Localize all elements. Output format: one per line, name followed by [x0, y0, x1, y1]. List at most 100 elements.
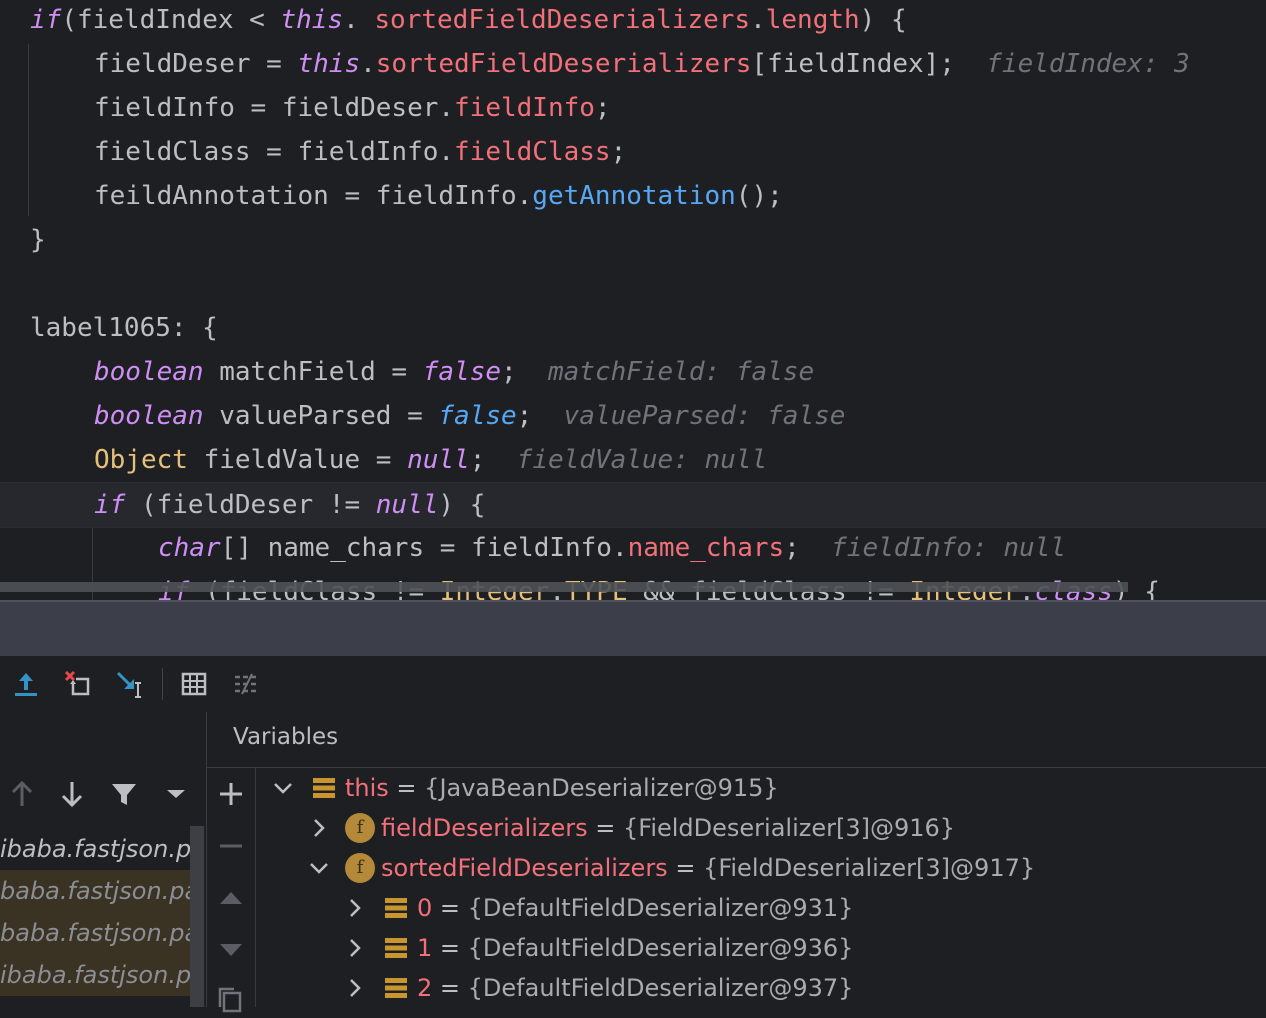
code-token: fieldValue =	[187, 445, 408, 475]
code-token: .	[343, 5, 375, 35]
evaluate-table-icon[interactable]	[176, 666, 212, 702]
horizontal-scrollbar[interactable]	[0, 582, 1128, 592]
code-line[interactable]: feildAnnotation = fieldInfo.getAnnotatio…	[0, 174, 783, 218]
code-token: ;	[501, 357, 548, 387]
variable-name: 2	[417, 974, 433, 1002]
code-token: if	[94, 490, 126, 520]
variable-text: 0 = {DefaultFieldDeserializer@931}	[417, 888, 853, 928]
code-token: false	[438, 401, 517, 431]
variable-name: 1	[417, 934, 433, 962]
chevron-down-icon[interactable]	[158, 776, 194, 812]
frame-item[interactable]: baba.fastjson.pars	[0, 870, 190, 912]
code-token: getAnnotation	[532, 181, 736, 211]
code-token: .	[360, 49, 376, 79]
debug-toolbar	[0, 656, 1266, 713]
inline-value-hint: fieldValue: null	[516, 445, 768, 475]
code-token: fieldClass = fieldInfo.	[94, 137, 455, 167]
code-line[interactable]: fieldInfo = fieldDeser.fieldInfo;	[0, 86, 611, 130]
trace-icon[interactable]	[228, 666, 264, 702]
code-line[interactable]: boolean valueParsed = false; valueParsed…	[0, 394, 845, 438]
variable-value: {DefaultFieldDeserializer@936}	[467, 934, 854, 962]
object-icon	[385, 897, 407, 919]
code-line[interactable]: Object fieldValue = null; fieldValue: nu…	[0, 438, 767, 482]
object-icon	[385, 937, 407, 959]
code-token: ) {	[859, 5, 907, 35]
variable-row[interactable]: f sortedFieldDeserializers = {FieldDeseri…	[207, 848, 1266, 888]
variable-text: sortedFieldDeserializers = {FieldDeseria…	[381, 848, 1035, 888]
variable-text: 1 = {DefaultFieldDeserializer@936}	[417, 928, 853, 968]
variable-row[interactable]: this = {JavaBeanDeserializer@915}	[207, 768, 1266, 808]
variable-name: fieldDeserializers	[381, 814, 588, 842]
step-out-icon[interactable]	[8, 666, 44, 702]
code-token: sortedFieldDeserializers	[375, 49, 752, 79]
run-to-cursor-icon[interactable]	[112, 666, 148, 702]
code-token: .	[750, 5, 766, 35]
code-token: null	[407, 445, 470, 475]
code-line[interactable]: label1065: {	[0, 306, 218, 350]
variable-row[interactable]: 2 = {DefaultFieldDeserializer@937}	[207, 968, 1266, 1008]
code-token: if	[30, 5, 62, 35]
variable-value: {JavaBeanDeserializer@915}	[424, 774, 779, 802]
inline-value-hint: fieldInfo: null	[831, 533, 1066, 563]
field-icon: f	[345, 813, 375, 843]
chevron-down-icon[interactable]	[271, 776, 295, 800]
toolbar-separator	[162, 668, 163, 700]
variable-value: {DefaultFieldDeserializer@937}	[467, 974, 854, 1002]
chevron-right-icon[interactable]	[307, 816, 331, 840]
code-token: this	[297, 49, 361, 79]
code-line[interactable]	[0, 262, 30, 306]
code-token: [] name_chars = fieldInfo.	[220, 533, 628, 563]
frames-toolbar	[0, 770, 206, 826]
object-icon	[313, 777, 335, 799]
code-token: valueParsed =	[203, 401, 439, 431]
variable-value: {FieldDeserializer[3]@917}	[703, 854, 1036, 882]
code-line[interactable]: }	[0, 218, 46, 262]
arrow-up-icon[interactable]	[4, 776, 40, 812]
variable-value: {FieldDeserializer[3]@916}	[623, 814, 956, 842]
code-token: length	[765, 5, 860, 35]
panel-splitter[interactable]	[0, 600, 1266, 658]
code-line[interactable]: fieldDeser = this.sortedFieldDeserialize…	[0, 42, 1190, 86]
code-editor[interactable]: if(fieldIndex < this. sortedFieldDeseria…	[0, 0, 1266, 600]
code-line[interactable]: fieldClass = fieldInfo.fieldClass;	[0, 130, 626, 174]
code-token: fieldDeser =	[94, 49, 298, 79]
code-line[interactable]: boolean matchField = false; matchField: …	[0, 350, 814, 394]
variable-name: 0	[417, 894, 433, 922]
chevron-right-icon[interactable]	[343, 936, 367, 960]
frame-item[interactable]: baba.fastjson.pars	[0, 912, 190, 954]
code-token: (fieldIndex <	[61, 5, 281, 35]
variable-row[interactable]: 0 = {DefaultFieldDeserializer@931}	[207, 888, 1266, 928]
code-line[interactable]: char[] name_chars = fieldInfo.name_chars…	[0, 526, 1066, 570]
variable-name: sortedFieldDeserializers	[381, 854, 668, 882]
variable-row[interactable]: f fieldDeserializers = {FieldDeserializer…	[207, 808, 1266, 848]
variable-value: {DefaultFieldDeserializer@931}	[467, 894, 854, 922]
filter-icon[interactable]	[106, 776, 142, 812]
equals-sign: =	[432, 894, 468, 922]
code-token: ();	[735, 181, 783, 211]
frames-panel: ibaba.fastjson.parsbaba.fastjson.parsbab…	[0, 712, 207, 1007]
code-token: char	[158, 533, 221, 563]
code-token: null	[375, 490, 439, 520]
code-token: matchField =	[203, 357, 423, 387]
frame-item[interactable]: ibaba.fastjson.pars	[0, 954, 190, 996]
equals-sign: =	[432, 974, 468, 1002]
arrow-down-icon[interactable]	[54, 776, 90, 812]
code-token: this	[280, 5, 344, 35]
frames-scrollbar[interactable]	[190, 826, 204, 1007]
equals-sign: =	[587, 814, 623, 842]
variables-header: Variables	[207, 712, 1266, 768]
chevron-right-icon[interactable]	[343, 976, 367, 1000]
variable-text: 2 = {DefaultFieldDeserializer@937}	[417, 968, 853, 1008]
code-token: Object	[94, 445, 188, 475]
variables-title: Variables	[233, 724, 339, 750]
code-line[interactable]: if(fieldIndex < this. sortedFieldDeseria…	[0, 0, 907, 42]
field-icon: f	[345, 853, 375, 883]
chevron-down-icon[interactable]	[307, 856, 331, 880]
chevron-right-icon[interactable]	[343, 896, 367, 920]
code-line[interactable]: if (fieldDeser != null) {	[0, 482, 1266, 528]
drop-frame-icon[interactable]	[60, 666, 96, 702]
code-token: fieldInfo = fieldDeser.	[94, 93, 455, 123]
variable-text: this = {JavaBeanDeserializer@915}	[345, 768, 779, 808]
frame-item[interactable]: ibaba.fastjson.pars	[0, 828, 190, 870]
variable-row[interactable]: 1 = {DefaultFieldDeserializer@936}	[207, 928, 1266, 968]
